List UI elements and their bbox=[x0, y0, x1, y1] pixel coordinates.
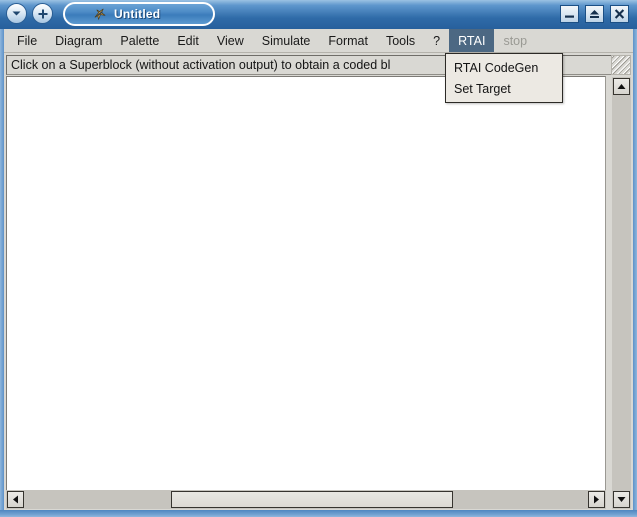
chevron-down-icon[interactable] bbox=[6, 3, 27, 24]
close-button[interactable] bbox=[610, 5, 629, 23]
menu-option-set-target[interactable]: Set Target bbox=[446, 78, 562, 99]
menu-item-palette[interactable]: Palette bbox=[111, 29, 168, 52]
title-bar: Untitled bbox=[0, 0, 637, 29]
application-window: Untitled File Diagram Palette Edit View … bbox=[0, 0, 637, 517]
menu-item-view[interactable]: View bbox=[208, 29, 253, 52]
scilab-icon bbox=[94, 8, 106, 20]
diagram-canvas[interactable] bbox=[6, 76, 606, 509]
menu-item-edit[interactable]: Edit bbox=[168, 29, 208, 52]
document-tab[interactable]: Untitled bbox=[63, 2, 215, 26]
resize-grip-icon bbox=[611, 55, 631, 75]
titlebar-nav-buttons bbox=[6, 3, 53, 24]
menu-bar: File Diagram Palette Edit View Simulate … bbox=[4, 29, 633, 53]
menu-item-help[interactable]: ? bbox=[424, 29, 449, 52]
menu-item-format[interactable]: Format bbox=[319, 29, 377, 52]
vertical-scrollbar[interactable] bbox=[612, 77, 631, 509]
window-controls bbox=[560, 5, 629, 23]
window-title: Untitled bbox=[114, 7, 161, 21]
plus-icon[interactable] bbox=[32, 3, 53, 24]
minimize-button[interactable] bbox=[560, 5, 579, 23]
menu-item-file[interactable]: File bbox=[8, 29, 46, 52]
maximize-button[interactable] bbox=[585, 5, 604, 23]
horizontal-scroll-thumb[interactable] bbox=[171, 491, 453, 508]
triangle-up-icon[interactable] bbox=[613, 78, 630, 95]
menu-option-rtai-codegen[interactable]: RTAI CodeGen bbox=[446, 57, 562, 78]
triangle-right-icon[interactable] bbox=[588, 491, 605, 508]
rtai-dropdown-menu[interactable]: RTAI CodeGen Set Target bbox=[445, 53, 563, 103]
horizontal-scrollbar[interactable] bbox=[6, 490, 606, 509]
window-border-right bbox=[633, 29, 637, 517]
window-border-bottom bbox=[0, 510, 637, 517]
menu-item-simulate[interactable]: Simulate bbox=[253, 29, 320, 52]
triangle-left-icon[interactable] bbox=[7, 491, 24, 508]
menu-item-diagram[interactable]: Diagram bbox=[46, 29, 111, 52]
info-bar-text: Click on a Superblock (without activatio… bbox=[11, 58, 391, 72]
menu-item-stop: stop bbox=[503, 33, 528, 48]
triangle-down-icon[interactable] bbox=[613, 491, 630, 508]
menu-item-rtai[interactable]: RTAI bbox=[449, 29, 495, 52]
menu-item-tools[interactable]: Tools bbox=[377, 29, 424, 52]
